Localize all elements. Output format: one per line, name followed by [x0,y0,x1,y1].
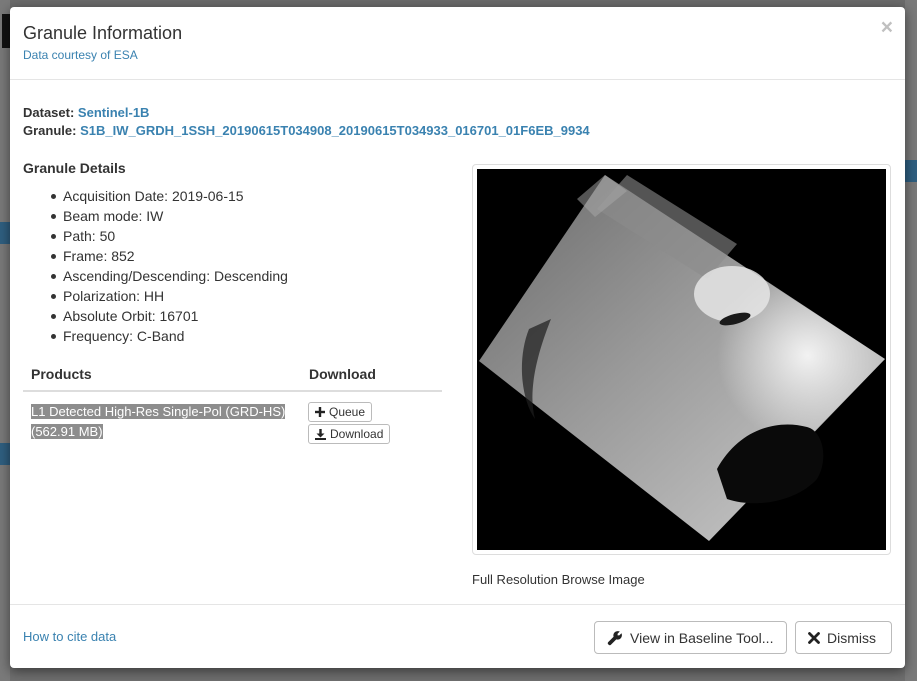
view-in-baseline-tool-button[interactable]: View in Baseline Tool... [594,621,787,654]
product-name: L1 Detected High-Res Single-Pol (GRD-HS)… [31,402,293,442]
granule-info-modal: Granule Information Data courtesy of ESA… [10,7,905,668]
products-column-header: Products [31,366,92,382]
modal-footer: How to cite data View in Baseline Tool..… [10,604,905,668]
queue-button[interactable]: Queue [308,402,373,422]
plus-icon [315,407,325,417]
download-column-header: Download [309,366,376,382]
detail-frequency: Frequency: C-Band [51,326,288,346]
browse-image-frame[interactable] [472,164,891,555]
background-page-bottom [10,668,905,681]
dismiss-label: Dismiss [827,629,876,646]
table-row: L1 Detected High-Res Single-Pol (GRD-HS)… [23,392,442,452]
background-page-left [0,0,10,681]
detail-polarization: Polarization: HH [51,286,288,306]
how-to-cite-link[interactable]: How to cite data [23,629,116,644]
detail-beam-mode: Beam mode: IW [51,206,288,226]
granule-details-list: Acquisition Date: 2019-06-15 Beam mode: … [51,186,288,346]
close-button[interactable]: × [881,17,893,38]
browse-image[interactable] [477,169,886,550]
download-button[interactable]: Download [308,424,391,444]
baseline-label: View in Baseline Tool... [630,629,774,646]
granule-line: Granule: S1B_IW_GRDH_1SSH_20190615T03490… [23,123,590,138]
granule-details-title: Granule Details [23,160,126,176]
dataset-line: Dataset: Sentinel-1B [23,105,149,120]
modal-header: Granule Information Data courtesy of ESA… [10,7,905,80]
dataset-label: Dataset: [23,105,75,120]
detail-absolute-orbit: Absolute Orbit: 16701 [51,306,288,326]
background-page-right [905,0,917,681]
dismiss-button[interactable]: Dismiss [795,621,892,654]
product-name-text: L1 Detected High-Res Single-Pol (GRD-HS)… [31,404,286,439]
detail-direction: Ascending/Descending: Descending [51,268,288,284]
download-label: Download [330,427,384,441]
download-icon [315,428,326,440]
close-icon [808,631,820,644]
detail-frame: Frame: 852 [51,246,288,266]
products-table: Products Download L1 Detected High-Res S… [23,362,442,452]
granule-value: S1B_IW_GRDH_1SSH_20190615T034908_2019061… [80,123,590,138]
products-table-header: Products Download [23,362,442,392]
wrench-icon [607,630,623,646]
queue-label: Queue [329,405,366,419]
detail-path: Path: 50 [51,226,288,246]
dataset-value: Sentinel-1B [77,105,150,120]
browse-image-caption: Full Resolution Browse Image [472,572,645,587]
modal-subtitle: Data courtesy of ESA [23,48,138,62]
granule-label: Granule: [23,123,77,138]
close-icon: × [880,16,893,39]
modal-title: Granule Information [23,23,183,43]
detail-acquisition-date: Acquisition Date: 2019-06-15 [51,186,288,206]
